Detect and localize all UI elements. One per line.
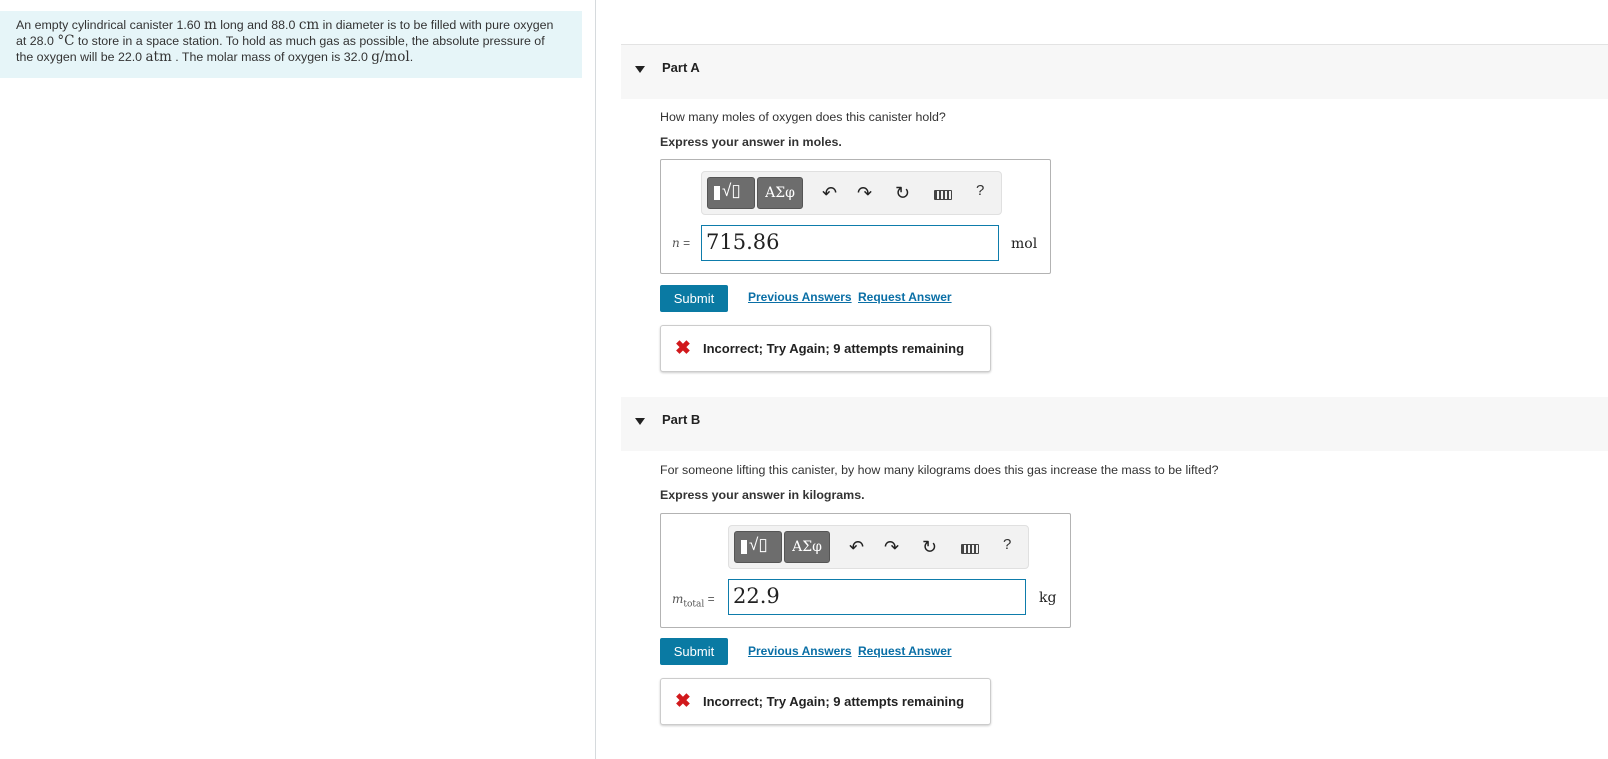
part-a-feedback: ✖ Incorrect; Try Again; 9 attempts remai… [660, 325, 991, 372]
part-a-submit-button[interactable]: Submit [660, 285, 728, 312]
part-a-previous-answers-link[interactable]: Previous Answers [748, 290, 852, 304]
part-a-header[interactable]: Part A [621, 44, 1608, 99]
part-a-request-answer-link[interactable]: Request Answer [858, 290, 952, 304]
undo-icon[interactable]: ↶ [849, 536, 864, 558]
part-b-instruction: Express your answer in kilograms. [660, 488, 865, 502]
keyboard-icon[interactable] [934, 190, 952, 200]
problem-line-3: the oxygen will be 22.0 atm . The molar … [16, 49, 414, 65]
reset-icon[interactable]: ↻ [895, 182, 910, 204]
templates-button[interactable]: √▯ [734, 531, 782, 563]
part-b-feedback-message: Incorrect; Try Again; 9 attempts remaini… [703, 694, 965, 709]
part-a-title: Part A [662, 60, 700, 75]
collapse-caret-icon[interactable] [635, 66, 645, 73]
part-b-submit-button[interactable]: Submit [660, 638, 728, 665]
incorrect-x-icon: ✖ [675, 338, 691, 359]
part-a-answer-input[interactable]: 715.86 [701, 225, 999, 261]
part-a-math-toolbar: √▯ ΑΣφ ↶ ↷ ↻ ? [701, 171, 1002, 215]
part-b-math-toolbar: √▯ ΑΣφ ↶ ↷ ↻ ? [728, 525, 1029, 569]
part-b-previous-answers-link[interactable]: Previous Answers [748, 644, 852, 658]
part-a-variable-label: n = [672, 236, 691, 250]
problem-line-1: An empty cylindrical canister 1.60 m lon… [16, 17, 554, 33]
part-b-answer-input[interactable]: 22.9 [728, 579, 1026, 615]
part-b-question: For someone lifting this canister, by ho… [660, 463, 1219, 477]
part-a-feedback-message: Incorrect; Try Again; 9 attempts remaini… [703, 341, 965, 356]
part-b-header[interactable]: Part B [621, 397, 1608, 451]
template-square-icon [714, 186, 720, 200]
part-a-answer-box: √▯ ΑΣφ ↶ ↷ ↻ ? n = 715.86 mol [660, 159, 1051, 274]
part-b-unit: kg [1039, 590, 1057, 606]
part-b-title: Part B [662, 412, 701, 427]
greek-symbols-button[interactable]: ΑΣφ [757, 177, 803, 209]
part-a-unit: mol [1011, 236, 1038, 252]
keyboard-icon[interactable] [961, 544, 979, 554]
greek-symbols-button[interactable]: ΑΣφ [784, 531, 830, 563]
help-button[interactable]: ? [1003, 536, 1011, 553]
incorrect-x-icon: ✖ [675, 691, 691, 712]
part-a-question: How many moles of oxygen does this canis… [660, 110, 946, 124]
radical-icon: √▯ [722, 181, 741, 200]
part-a-instruction: Express your answer in moles. [660, 135, 842, 149]
part-b-variable-label: mtotal = [672, 592, 715, 610]
help-button[interactable]: ? [976, 182, 984, 199]
redo-icon[interactable]: ↷ [884, 536, 899, 558]
templates-button[interactable]: √▯ [707, 177, 755, 209]
radical-icon: √▯ [749, 535, 768, 554]
template-square-icon [741, 540, 747, 554]
part-b-request-answer-link[interactable]: Request Answer [858, 644, 952, 658]
collapse-caret-icon[interactable] [635, 418, 645, 425]
undo-icon[interactable]: ↶ [822, 182, 837, 204]
part-b-answer-box: √▯ ΑΣφ ↶ ↷ ↻ ? mtotal = 22.9 kg [660, 513, 1071, 628]
part-b-feedback: ✖ Incorrect; Try Again; 9 attempts remai… [660, 678, 991, 725]
problem-line-2: at 28.0 °C to store in a space station. … [16, 33, 545, 49]
reset-icon[interactable]: ↻ [922, 536, 937, 558]
problem-statement: An empty cylindrical canister 1.60 m lon… [0, 11, 582, 78]
redo-icon[interactable]: ↷ [857, 182, 872, 204]
panel-divider [595, 0, 596, 759]
